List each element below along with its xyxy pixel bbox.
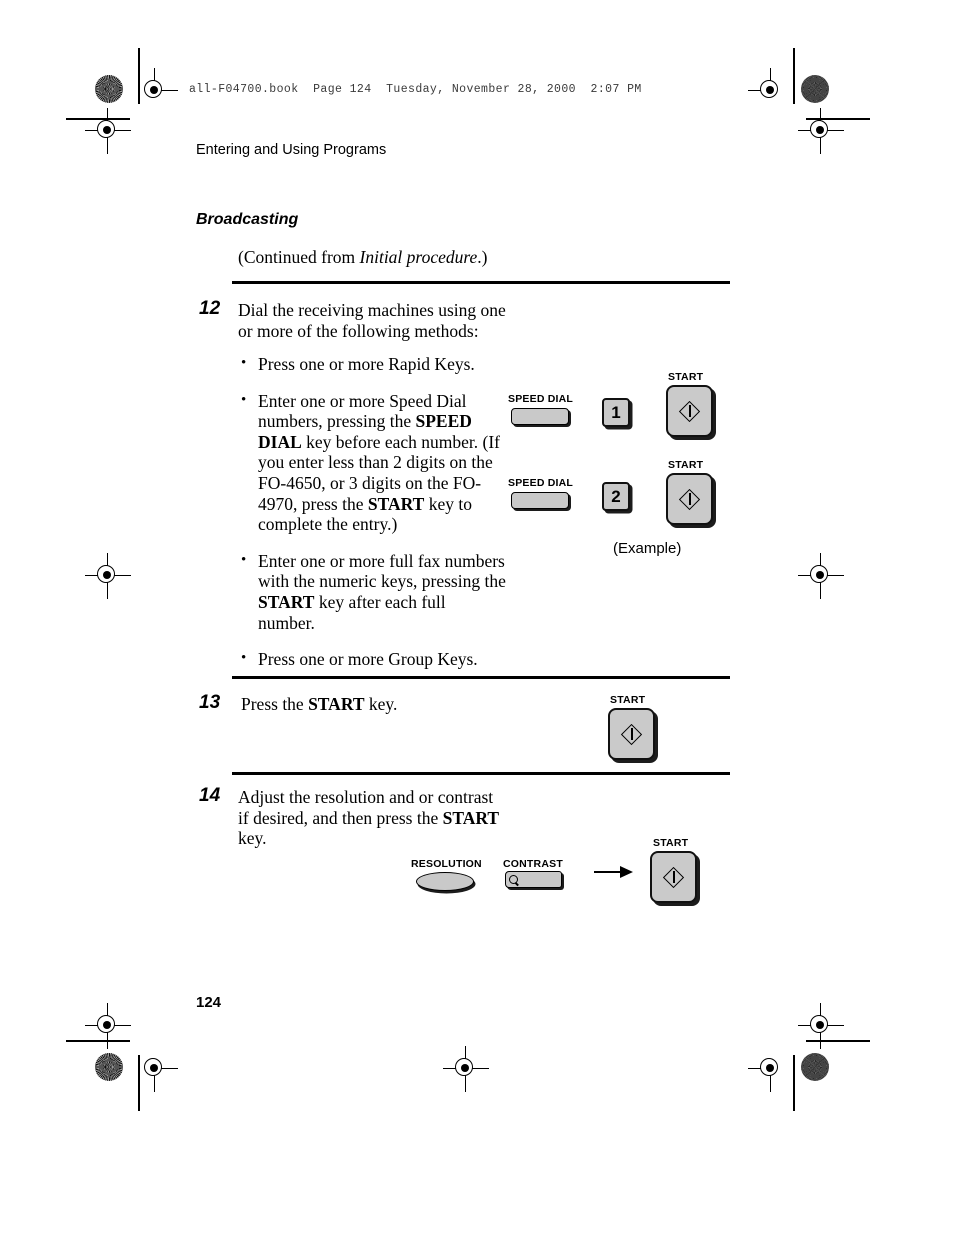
step-number-12: 12 [199,298,221,319]
registration-mark-bottom-right [748,1046,794,1092]
registration-mark-bottom-left [132,1046,178,1092]
step-number-14: 14 [199,785,221,806]
step-divider-above-14 [232,772,730,775]
start-key-2[interactable] [666,473,713,525]
registration-mark-middle-left [85,553,131,599]
step-13-text: Press the START key. [241,694,398,714]
list-item: Enter one or more Speed Dial numbers, pr… [241,390,506,535]
reg-dot [461,1064,469,1072]
arrow-shaft [594,870,622,874]
registration-mark-bottom-center [443,1046,489,1092]
trim-line-right-bottom-horizontal [806,1040,870,1042]
registration-mark-top-left [132,68,178,114]
contrast-key[interactable] [505,871,562,888]
trim-line-top-right-vertical [793,48,795,104]
contrast-key-label: CONTRAST [503,858,563,870]
trim-line-bottom-right-vertical [793,1055,795,1111]
print-job-header: all-F04700.book Page 124 Tuesday, Novemb… [189,83,642,96]
numeric-key-2[interactable]: 2 [602,482,630,511]
registration-halftone-circle-bottom-left [95,1053,123,1081]
registration-halftone-circle-bottom-right [801,1053,829,1081]
start-power-bar [631,728,633,740]
section-title: Broadcasting [196,211,299,228]
continued-suffix: .) [477,247,488,267]
reg-dot [766,86,774,94]
step-12-bullets: Press one or more Rapid Keys. Enter one … [241,353,506,670]
step-12-lead-line-1: Dial the receiving machines using one [238,300,506,320]
resolution-key[interactable] [416,872,474,891]
start-key-3[interactable] [608,708,655,760]
list-item: Press one or more Group Keys. [241,648,506,670]
registration-mark-top-right [748,68,794,114]
step-12-lead-line-2: or more of the following methods: [238,320,479,341]
reg-dot [103,571,111,579]
start-key-1[interactable] [666,385,713,437]
flow-arrow-icon [594,866,634,878]
registration-mark-lower-right-margin [798,1003,844,1049]
step-divider-above-13 [232,676,730,679]
resolution-key-label: RESOLUTION [411,858,482,870]
registration-mark-middle-right [798,553,844,599]
start-power-icon [620,723,643,745]
reg-dot [103,126,111,134]
reg-dot [816,126,824,134]
start-key-label-3: START [610,694,646,706]
start-power-icon [678,400,701,422]
arrow-head [620,866,633,878]
magnifier-icon [509,875,518,884]
start-key-label-1: START [668,371,704,383]
continued-note: (Continued from Initial procedure.) [238,247,488,268]
speed-dial-key-label-2: SPEED DIAL [508,477,574,489]
reg-dot [816,571,824,579]
reg-dot [766,1064,774,1072]
registration-halftone-circle-top-left [95,75,123,103]
speed-dial-key-2[interactable] [511,492,569,509]
numeric-key-1[interactable]: 1 [602,398,630,427]
trim-line-left-bottom-horizontal [66,1040,130,1042]
step-divider-above-12 [232,281,730,284]
list-item: Enter one or more full fax numbers with … [241,550,506,633]
speed-dial-key-label-1: SPEED DIAL [508,393,574,405]
start-power-icon [678,488,701,510]
start-power-bar [689,405,691,417]
continued-prefix: (Continued from [238,247,360,267]
step-14-text: Adjust the resolution and or contrast if… [238,787,500,849]
example-caption: (Example) [613,540,682,557]
registration-mark-upper-right-margin [798,108,844,154]
reg-dot [150,1064,158,1072]
step-number-13: 13 [199,692,221,713]
page-number: 124 [196,994,222,1011]
registration-mark-upper-left-margin [85,108,131,154]
step-12-lead: Dial the receiving machines using one or… [238,300,528,341]
start-power-bar [689,493,691,505]
start-key-label-2: START [668,459,704,471]
start-power-bar [673,871,675,883]
registration-mark-lower-left-margin [85,1003,131,1049]
reg-dot [816,1021,824,1029]
reg-dot [150,86,158,94]
running-head: Entering and Using Programs [196,142,387,158]
list-item: Press one or more Rapid Keys. [241,353,506,375]
start-power-icon [662,866,685,888]
start-key-4[interactable] [650,851,697,903]
continued-italic-ref: Initial procedure [359,247,478,267]
registration-halftone-circle-top-right [801,75,829,103]
speed-dial-key-1[interactable] [511,408,569,425]
reg-dot [103,1021,111,1029]
start-key-label-4: START [653,837,689,849]
